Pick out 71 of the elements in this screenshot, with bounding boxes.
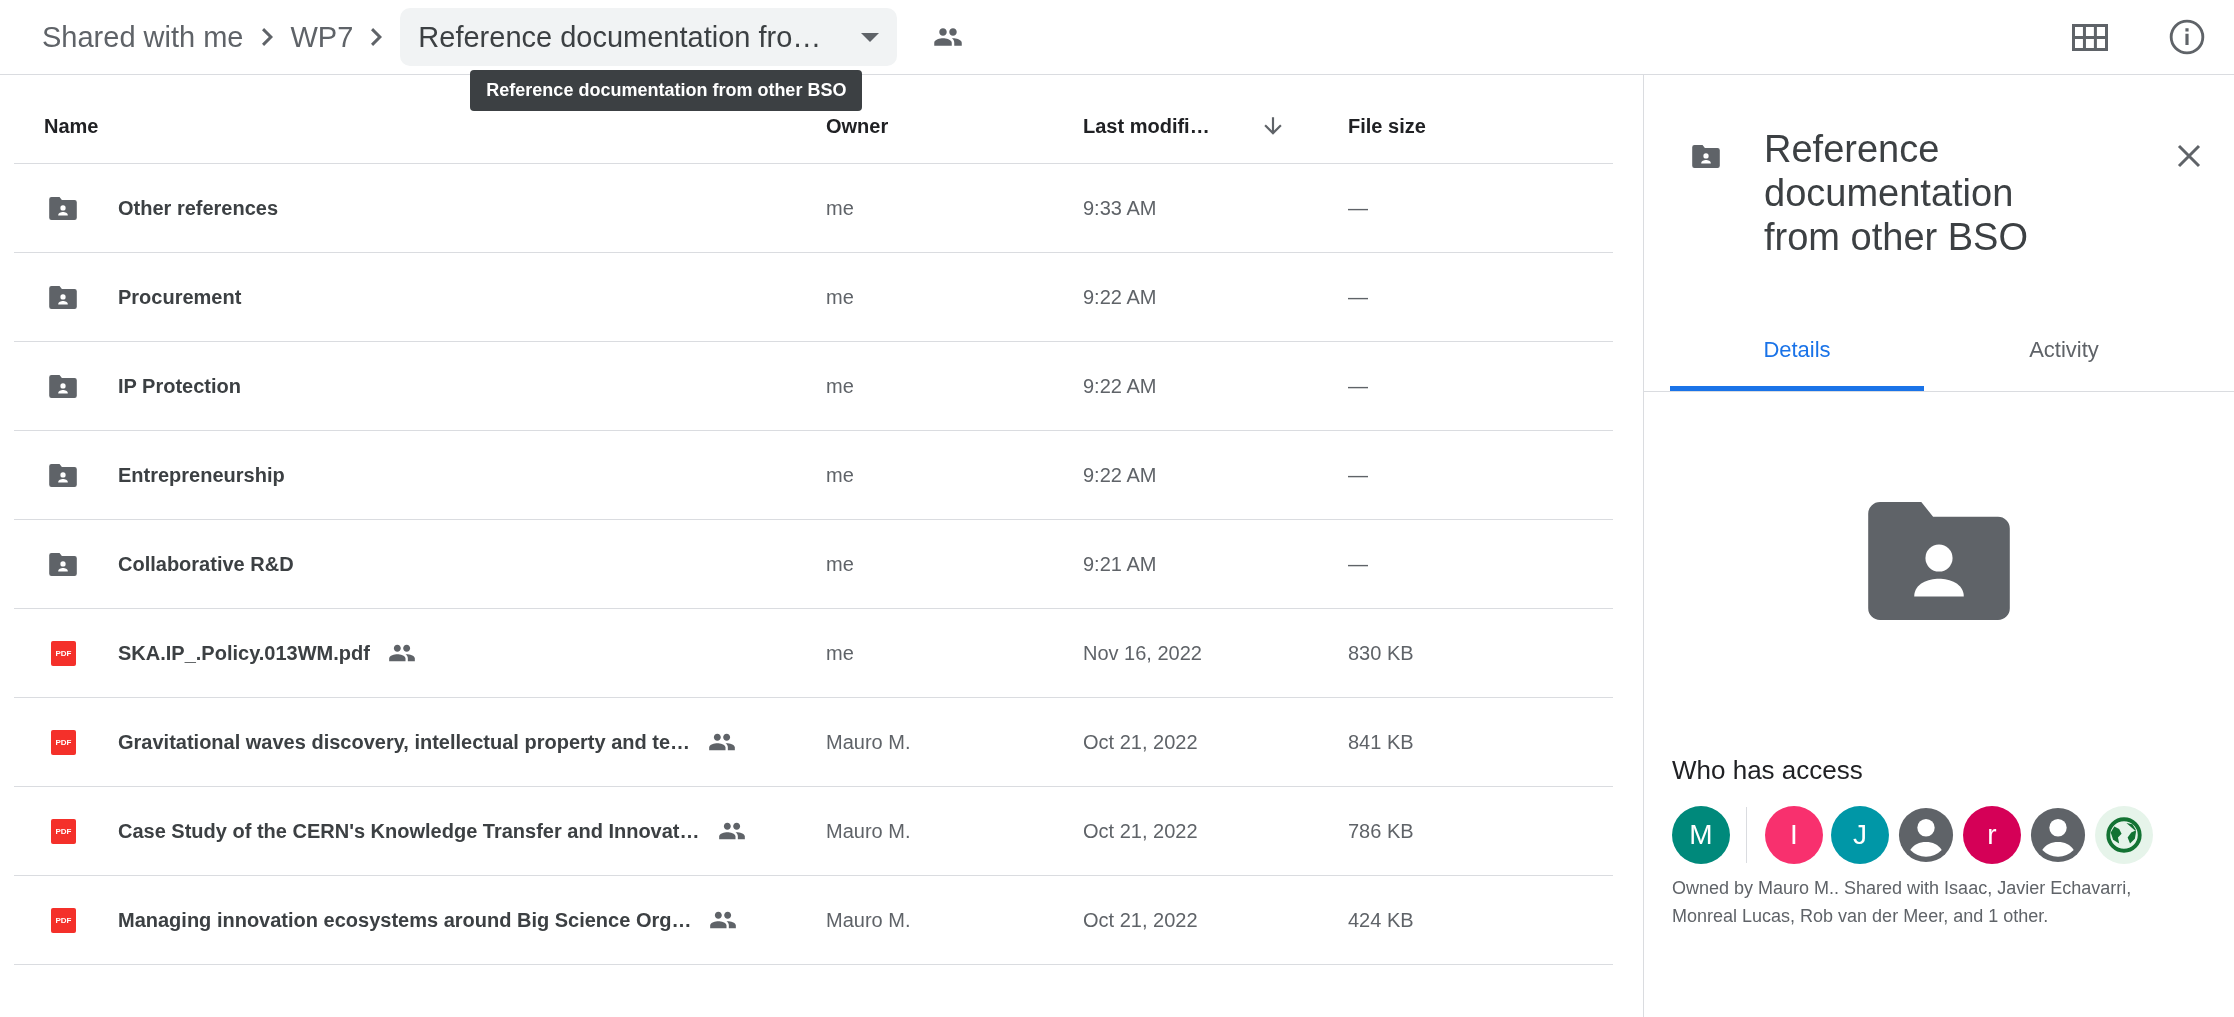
file-name[interactable]: Collaborative R&D (118, 552, 294, 576)
pdf-icon: PDF (51, 640, 76, 666)
modified-date: Oct 21, 2022 (1083, 819, 1198, 842)
owner-text: me (826, 552, 854, 575)
modified-date: Oct 21, 2022 (1083, 908, 1198, 931)
globe-icon[interactable] (2095, 806, 2153, 864)
file-size: — (1348, 463, 1368, 486)
avatar[interactable]: M (1672, 806, 1730, 864)
file-name[interactable]: Gravitational waves discovery, intellectual property and te… (118, 730, 691, 754)
file-size: 830 KB (1348, 641, 1414, 664)
shared-folder-icon (48, 285, 78, 309)
modified-date: 9:21 AM (1083, 552, 1157, 575)
owner-text: me (826, 374, 854, 397)
pdf-icon: PDF (51, 818, 76, 844)
file-size: — (1348, 285, 1368, 308)
panel-title: Reference documentation from other BSO (1764, 127, 2029, 259)
section-heading: Who has access (1672, 755, 1864, 786)
file-name[interactable]: SKA.IP_.Policy.013WM.pdf (118, 641, 370, 665)
file-size: — (1348, 374, 1368, 397)
person-avatar-icon[interactable] (1897, 806, 1955, 864)
info-icon[interactable] (2168, 18, 2206, 56)
modified-date: Nov 16, 2022 (1083, 641, 1202, 664)
file-size: 841 KB (1348, 730, 1414, 753)
modified-date: 9:22 AM (1083, 285, 1157, 308)
tab[interactable]: Activity (1924, 325, 2204, 391)
file-name[interactable]: Other references (118, 196, 279, 220)
grid-view-icon[interactable] (2072, 23, 2108, 51)
modified-date: 9:33 AM (1083, 196, 1157, 219)
tooltip: Reference documentation from other BSO (470, 70, 863, 111)
modified-date: 9:22 AM (1083, 463, 1157, 486)
owner-text: me (826, 641, 854, 664)
owner-text: me (826, 196, 854, 219)
file-size: — (1348, 552, 1368, 575)
shared-folder-icon (48, 374, 78, 398)
person-avatar-icon[interactable] (2029, 806, 2087, 864)
owner-text: me (826, 463, 854, 486)
avatar[interactable]: r (1963, 806, 2021, 864)
owner-text: Mauro M. (826, 730, 911, 753)
column-header[interactable]: Owner (826, 114, 889, 138)
file-name[interactable]: IP Protection (118, 374, 241, 398)
owner-text: Mauro M. (826, 908, 911, 931)
file-name[interactable]: Entrepreneurship (118, 463, 285, 487)
file-name[interactable]: Procurement (118, 285, 242, 309)
tab[interactable]: Details (1670, 325, 1924, 391)
shared-folder-icon (48, 463, 78, 487)
access-description: Owned by Mauro M.. Shared with Isaac, Javier Echavarri, Monreal Lucas, Rob van der Meer, and 1 other. (1672, 877, 2133, 928)
file-size: 786 KB (1348, 819, 1414, 842)
modified-date: Oct 21, 2022 (1083, 730, 1198, 753)
pdf-icon: PDF (51, 729, 76, 755)
owner-text: Mauro M. (826, 819, 911, 842)
avatar[interactable]: I (1765, 806, 1823, 864)
pdf-icon: PDF (51, 907, 76, 933)
shared-folder-icon (1692, 145, 1720, 168)
column-header[interactable]: Last modifi… (1083, 114, 1210, 138)
shared-folder-icon (48, 552, 78, 576)
breadcrumb-link[interactable]: Shared with me (42, 20, 244, 54)
chevron-right-icon (371, 28, 383, 46)
file-size: — (1348, 196, 1368, 219)
column-header[interactable]: Name (44, 114, 99, 138)
caret-icon (861, 32, 880, 42)
avatar[interactable]: J (1831, 806, 1889, 864)
chevron-right-icon (261, 28, 273, 46)
file-name[interactable]: Case Study of the CERN's Knowledge Transfer and Innovat… (118, 819, 700, 843)
file-size: 424 KB (1348, 908, 1414, 931)
owner-text: me (826, 285, 854, 308)
breadcrumb-link[interactable]: WP7 (290, 20, 354, 54)
shared-folder-icon (48, 196, 78, 220)
shared-folder-icon (1865, 502, 2013, 620)
file-name[interactable]: Managing innovation ecosystems around Big Science Org… (118, 908, 692, 932)
modified-date: 9:22 AM (1083, 374, 1157, 397)
column-header[interactable]: File size (1348, 114, 1426, 138)
